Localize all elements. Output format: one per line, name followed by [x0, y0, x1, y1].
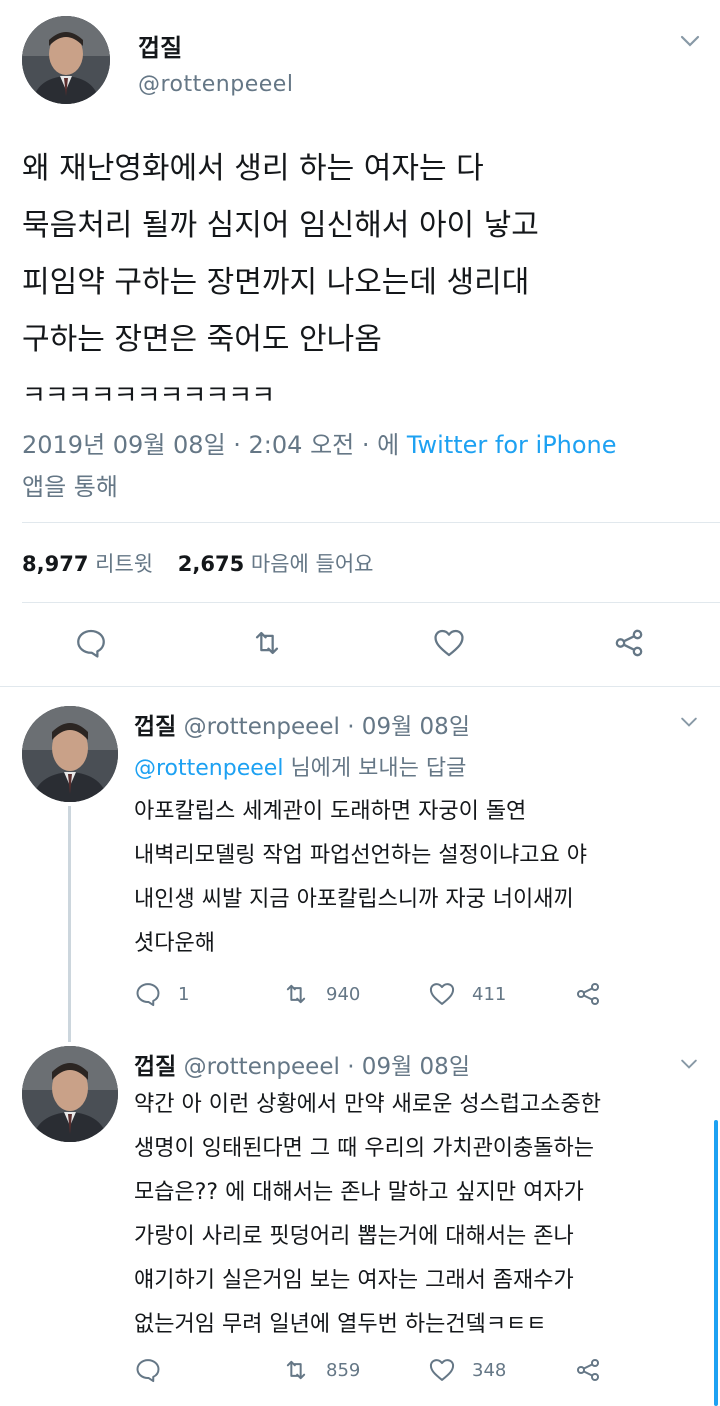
tweet-text: 왜 재난영화에서 생리 하는 여자는 다 묵음처리 될까 심지어 임신해서 아이…	[22, 140, 702, 425]
share-icon	[576, 982, 600, 1006]
author-name[interactable]: 껍질	[134, 714, 176, 740]
avatar[interactable]	[22, 16, 110, 104]
reply-button[interactable]: 1	[134, 980, 189, 1008]
share-button[interactable]	[574, 980, 618, 1008]
reply-text-line: 없는거임 무려 일년에 열두번 하는건뎈ㅋㅌㅌ	[134, 1312, 547, 1337]
share-button[interactable]	[574, 1356, 618, 1384]
reply-count: 1	[178, 983, 190, 1005]
retweet-button[interactable]: 859	[282, 1356, 360, 1384]
tweet-text-line: 구하는 장면은 죽어도 안나옴	[22, 322, 382, 357]
reply-icon	[77, 629, 105, 658]
reply-to-label: 님에게 보내는 답글	[290, 756, 467, 781]
divider	[22, 522, 720, 523]
reply-header: 껍질 @rottenpeeel · 09월 08일	[134, 1047, 470, 1081]
share-icon	[576, 1358, 600, 1382]
like-button[interactable]: 411	[428, 980, 506, 1008]
tweet-timestamp[interactable]: 2019년 09월 08일 · 2:04 오전 · 에	[22, 431, 407, 459]
tweet-text-line: 왜 재난영화에서 생리 하는 여자는 다	[22, 151, 484, 186]
like-icon	[429, 983, 455, 1005]
chevron-down-icon[interactable]	[680, 1058, 698, 1070]
reply-to-handle[interactable]: @rottenpeeel	[134, 756, 283, 781]
retweet-count: 859	[326, 1359, 361, 1381]
tweet-text-line: 피임약 구하는 장면까지 나오는데 생리대	[22, 265, 530, 300]
like-button[interactable]	[432, 626, 482, 660]
retweet-icon	[255, 631, 279, 655]
scrollbar[interactable]	[714, 1120, 718, 1406]
tweet-date[interactable]: · 09월 08일	[347, 1054, 470, 1080]
divider	[22, 602, 720, 603]
retweet-count: 940	[326, 983, 361, 1005]
reply-text-line: 가랑이 사리로 핏덩어리 뽑는거에 대해서는 존나	[134, 1224, 574, 1249]
divider	[0, 686, 720, 687]
like-count[interactable]: 2,675	[178, 552, 244, 576]
avatar[interactable]	[22, 1046, 118, 1142]
share-icon	[615, 629, 643, 657]
reply-button[interactable]	[134, 1356, 178, 1384]
reply-text-line: 아포칼립스 세계관이 도래하면 자궁이 돌연	[134, 799, 527, 824]
reply-to: @rottenpeeel 님에게 보내는 답글	[134, 750, 466, 782]
like-count: 411	[472, 983, 507, 1005]
author-name[interactable]: 껍질	[138, 28, 182, 63]
author-name[interactable]: 껍질	[134, 1054, 176, 1080]
reply-text-line: 셧다운해	[134, 931, 215, 956]
chevron-down-icon[interactable]	[680, 34, 700, 48]
tweet-text-line: ㅋㅋㅋㅋㅋㅋㅋㅋㅋㅋㅋ	[22, 381, 275, 411]
like-icon	[434, 629, 464, 657]
share-button[interactable]	[612, 626, 662, 660]
retweet-count[interactable]: 8,977	[22, 552, 88, 576]
tweet-text-line: 묵음처리 될까 심지어 임신해서 아이 낳고	[22, 208, 539, 243]
thread-connector	[68, 806, 71, 1042]
reply-text-line: 생명이 잉태된다면 그 때 우리의 가치관이충돌하는	[134, 1136, 595, 1161]
like-label[interactable]: 마음에 들어요	[251, 552, 374, 576]
retweet-button[interactable]	[250, 626, 300, 660]
reply-icon	[136, 1359, 160, 1383]
reply-text-line: 얘기하기 실은거임 보는 여자는 그래서 좀재수가	[134, 1268, 574, 1293]
retweet-label[interactable]: 리트윗	[95, 552, 153, 576]
like-icon	[429, 1359, 455, 1381]
reply-text-line: 내인생 씨발 지금 아포칼립스니까 자궁 너이새끼	[134, 887, 574, 912]
reply-text: 약간 아 이런 상황에서 만약 새로운 성스럽고소중한 생명이 잉태된다면 그 …	[134, 1083, 704, 1347]
reply-button[interactable]	[74, 626, 124, 660]
reply-text-line: 내벽리모델링 작업 파업선언하는 설정이냐고요 야	[134, 843, 588, 868]
reply-icon	[136, 983, 160, 1007]
author-handle[interactable]: @rottenpeeel	[138, 72, 293, 97]
author-handle[interactable]: @rottenpeeel	[184, 714, 340, 740]
retweet-icon	[286, 1360, 306, 1380]
like-button[interactable]: 348	[428, 1356, 506, 1384]
author-handle[interactable]: @rottenpeeel	[184, 1054, 340, 1080]
chevron-down-icon[interactable]	[680, 716, 698, 728]
reply-text: 아포칼립스 세계관이 도래하면 자궁이 돌연 내벽리모델링 작업 파업선언하는 …	[134, 790, 704, 966]
retweet-icon	[286, 984, 306, 1004]
tweet-meta: 2019년 09월 08일 · 2:04 오전 · 에 Twitter for …	[22, 424, 702, 508]
avatar[interactable]	[22, 706, 118, 802]
tweet-source-suffix: 앱을 통해	[22, 473, 118, 501]
tweet-date[interactable]: · 09월 08일	[347, 714, 470, 740]
source-link[interactable]: Twitter for iPhone	[407, 431, 617, 459]
reply-text-line: 모습은?? 에 대해서는 존나 말하고 싶지만 여자가	[134, 1180, 584, 1205]
reply-header: 껍질 @rottenpeeel · 09월 08일	[134, 707, 470, 741]
reply-text-line: 약간 아 이런 상황에서 만약 새로운 성스럽고소중한	[134, 1092, 602, 1117]
like-count: 348	[472, 1359, 507, 1381]
tweet-stats: 8,977 리트윗 2,675 마음에 들어요	[22, 548, 374, 578]
retweet-button[interactable]: 940	[282, 980, 360, 1008]
